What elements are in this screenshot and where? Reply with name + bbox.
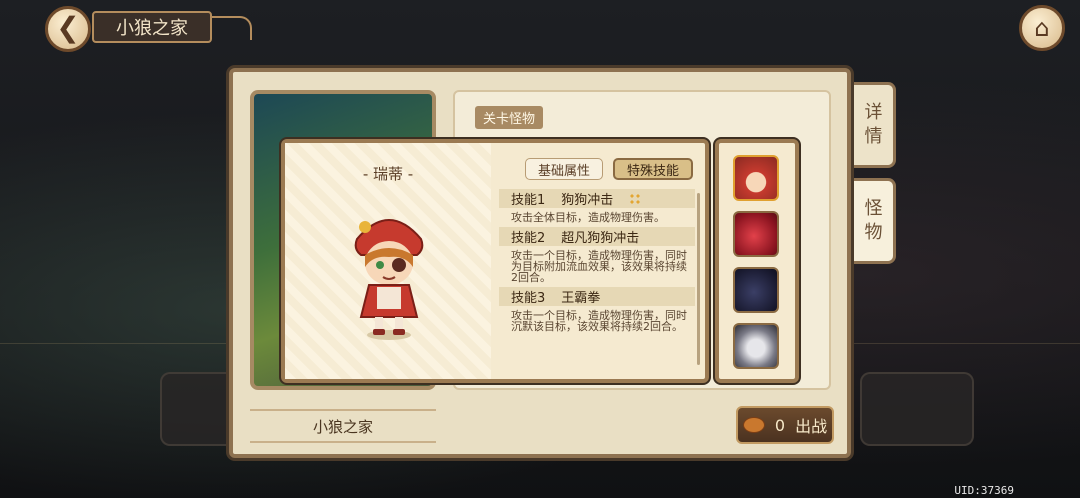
home-icon: ⌂ [1034, 14, 1050, 42]
background-slot [860, 372, 974, 446]
character-panel: - 瑞蒂 - [285, 143, 491, 379]
tab-details-label-1: 详 [864, 102, 883, 123]
skill-name: 超凡狗狗冲击 [561, 231, 640, 246]
portrait-masked-wolf[interactable] [733, 323, 779, 369]
character-name: - 瑞蒂 - [362, 165, 414, 183]
page-title: 小狼之家 [92, 11, 212, 43]
tab-details[interactable]: 详 情 [854, 82, 896, 168]
monster-section-label: 关卡怪物 [475, 106, 544, 129]
user-id: UID:37369 [954, 484, 1014, 497]
title-ornament [210, 16, 252, 40]
tab-details-label-2: 情 [864, 126, 883, 147]
skill-header: 技能1 狗狗冲击 [499, 189, 695, 208]
fight-label: 出战 [795, 417, 828, 436]
skill-index: 技能3 [511, 291, 546, 306]
tab-monsters[interactable]: 怪 物 [854, 178, 896, 264]
back-arrow-icon: ❮ [56, 10, 80, 44]
skill-list: 技能1 狗狗冲击 攻击全体目标，造成物理伤害。 技能2 超凡狗狗冲击 攻击一个目… [499, 189, 695, 369]
tab-monsters-label-2: 物 [864, 222, 883, 243]
character-sprite [354, 219, 424, 340]
skill-description: 攻击一个目标，造成物理伤害，同时沉默该目标，该效果将持续2回合。 [511, 309, 687, 333]
skill-description: 攻击全体目标，造成物理伤害。 [511, 211, 665, 224]
monster-portrait-list [715, 139, 799, 383]
skill-header: 技能2 超凡狗狗冲击 [499, 227, 695, 246]
skill-header: 技能3 王霸拳 [499, 287, 695, 306]
portrait-red-slime[interactable] [733, 211, 779, 257]
seed-cost-icon [742, 417, 765, 433]
tab-special-skills[interactable]: 特殊技能 [613, 158, 693, 180]
skill-index: 技能2 [511, 231, 546, 246]
skill-scrollbar[interactable] [697, 193, 700, 365]
home-button[interactable]: ⌂ [1019, 5, 1065, 51]
monster-detail-popup: - 瑞蒂 - 基础属性 特殊技能 技能1 狗狗冲击 攻击全体目标，造成物理伤害。 [281, 139, 709, 383]
skill-name: 狗狗冲击 [561, 193, 614, 208]
portrait-dark-slime[interactable] [733, 267, 779, 313]
stage-map-name: 小狼之家 [250, 409, 436, 443]
fight-cost: 0 [774, 415, 786, 435]
skill-description: 攻击一个目标，造成物理伤害，同时为目标附加流血效果，该效果将持续2回合。 [511, 249, 687, 284]
fight-button[interactable]: 0 出战 [736, 406, 834, 444]
skill-name: 王霸拳 [561, 291, 601, 306]
skill-index: 技能1 [511, 193, 546, 208]
back-button[interactable]: ❮ [45, 6, 91, 52]
skill-mark-icon [629, 192, 642, 205]
tab-monsters-label-1: 怪 [864, 198, 883, 219]
tab-basic-attributes[interactable]: 基础属性 [525, 158, 603, 180]
portrait-red-hood-girl[interactable] [733, 155, 779, 201]
